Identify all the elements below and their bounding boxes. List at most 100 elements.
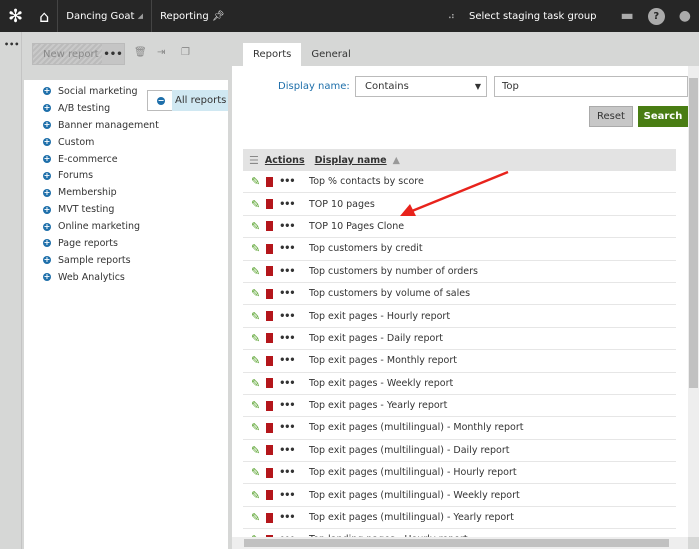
tree-node[interactable]: + Membership — [30, 184, 228, 201]
expand-icon[interactable]: + — [43, 121, 51, 130]
more-actions-icon[interactable]: ••• — [279, 400, 295, 411]
more-actions-icon[interactable]: ••• — [279, 378, 295, 389]
delete-icon[interactable] — [266, 266, 274, 277]
edit-icon[interactable]: ✎ — [251, 489, 260, 502]
tree-node[interactable]: + Sample reports — [30, 252, 228, 269]
tab-general[interactable]: General — [301, 43, 360, 66]
edit-icon[interactable]: ✎ — [251, 310, 260, 323]
more-actions-icon[interactable]: ••• — [279, 333, 295, 344]
edit-icon[interactable]: ✎ — [251, 399, 260, 412]
delete-icon[interactable] — [266, 400, 274, 411]
display-name-header[interactable]: Display name — [315, 155, 387, 166]
more-actions-icon[interactable]: ••• — [279, 243, 295, 254]
tree-node[interactable]: + Custom — [30, 134, 228, 151]
more-actions-icon[interactable]: ••• — [279, 176, 295, 187]
delete-icon[interactable] — [266, 311, 274, 322]
copy-icon[interactable]: ❐ — [181, 47, 190, 58]
expand-icon[interactable]: + — [43, 138, 51, 147]
expand-icon[interactable]: + — [43, 222, 51, 231]
new-report-button[interactable]: New report ••• — [32, 43, 125, 65]
delete-icon[interactable] — [266, 243, 274, 254]
delete-icon[interactable] — [266, 355, 274, 366]
search-button[interactable]: Search — [638, 106, 688, 127]
edit-icon[interactable]: ✎ — [251, 466, 260, 479]
edit-icon[interactable]: ✎ — [251, 220, 260, 233]
more-actions-icon[interactable]: ••• — [279, 445, 295, 456]
edit-icon[interactable]: ✎ — [251, 332, 260, 345]
scroll-thumb[interactable] — [689, 78, 698, 388]
user-icon[interactable]: ● — [679, 8, 691, 24]
edit-icon[interactable]: ✎ — [251, 198, 260, 211]
more-button[interactable]: ••• — [102, 44, 124, 64]
delete-icon[interactable] — [266, 512, 274, 523]
operator-select[interactable]: Contains ▼ — [355, 76, 487, 97]
edit-icon[interactable]: ✎ — [251, 242, 260, 255]
expand-icon[interactable]: + — [43, 273, 51, 282]
more-actions-icon[interactable]: ••• — [279, 512, 295, 523]
staging-task-group[interactable]: Select staging task group — [469, 11, 597, 22]
edit-icon[interactable]: ✎ — [251, 511, 260, 524]
more-actions-icon[interactable]: ••• — [279, 355, 295, 366]
edit-icon[interactable]: ✎ — [251, 444, 260, 457]
more-actions-icon[interactable]: ••• — [279, 266, 295, 277]
display-name-input[interactable]: Top — [494, 76, 688, 97]
delete-icon[interactable] — [266, 467, 274, 478]
more-actions-icon[interactable]: ••• — [279, 467, 295, 478]
delete-icon[interactable]: 🗑︎ — [134, 47, 147, 58]
delete-icon[interactable] — [266, 422, 274, 433]
expand-icon[interactable]: + — [43, 256, 51, 265]
more-actions-icon[interactable]: ••• — [279, 422, 295, 433]
expand-icon[interactable]: + — [43, 188, 51, 197]
delete-icon[interactable] — [266, 221, 274, 232]
home-icon[interactable]: ⌂ — [31, 0, 59, 32]
tree-node[interactable]: + MVT testing — [30, 201, 228, 218]
tree-node[interactable]: + Banner management — [30, 117, 228, 134]
site-selector[interactable]: Dancing Goat ◢ — [58, 0, 153, 32]
expand-icon[interactable]: + — [43, 171, 51, 180]
vertical-scrollbar[interactable] — [688, 66, 699, 537]
delete-icon[interactable] — [266, 445, 274, 456]
more-actions-icon[interactable]: ••• — [279, 221, 295, 232]
reset-button[interactable]: Reset — [589, 106, 633, 127]
edit-icon[interactable]: ✎ — [251, 354, 260, 367]
menu-icon[interactable]: ••• — [0, 32, 21, 49]
tree-node[interactable]: + E-commerce — [30, 151, 228, 168]
edit-icon[interactable]: ✎ — [251, 287, 260, 300]
more-actions-icon[interactable]: ••• — [279, 288, 295, 299]
scroll-thumb[interactable] — [244, 539, 669, 547]
move-icon[interactable]: ⇥ — [157, 47, 165, 58]
edit-icon[interactable]: ✎ — [251, 175, 260, 188]
delete-icon[interactable] — [266, 176, 274, 187]
pin-icon[interactable]: 📌︎ — [212, 11, 225, 22]
more-actions-icon[interactable]: ••• — [279, 311, 295, 322]
expand-icon[interactable]: + — [43, 205, 51, 214]
delete-icon[interactable] — [266, 333, 274, 344]
more-actions-icon[interactable]: ••• — [279, 199, 295, 210]
edit-icon[interactable]: ✎ — [251, 421, 260, 434]
collapse-icon[interactable]: − — [157, 96, 165, 105]
expand-icon[interactable]: + — [43, 155, 51, 163]
tree-node[interactable]: + Online marketing — [30, 218, 228, 235]
tree-node[interactable]: + Forums — [30, 167, 228, 184]
delete-icon[interactable] — [266, 199, 274, 210]
delete-icon[interactable] — [266, 378, 274, 389]
edit-icon[interactable]: ✎ — [251, 265, 260, 278]
edit-icon[interactable]: ✎ — [251, 377, 260, 390]
delete-icon[interactable] — [266, 490, 274, 501]
tree-node[interactable]: + Web Analytics — [30, 269, 228, 286]
horizontal-scrollbar[interactable] — [232, 537, 688, 549]
tree-node[interactable]: + Page reports — [30, 235, 228, 252]
logo-icon[interactable]: ✻ — [0, 0, 31, 32]
expand-icon[interactable]: + — [43, 87, 51, 96]
actions-header[interactable]: Actions — [265, 155, 305, 166]
app-name[interactable]: Reporting 📌︎ — [152, 0, 233, 32]
chat-icon[interactable]: ▬ — [621, 8, 634, 24]
expand-icon[interactable]: + — [43, 239, 51, 248]
help-icon[interactable]: ? — [647, 7, 665, 25]
delete-icon[interactable] — [266, 288, 274, 299]
reports-panel: Display name: Contains ▼ Top Reset Search… — [232, 66, 688, 537]
expand-icon[interactable]: + — [43, 104, 51, 113]
tab-reports[interactable]: Reports — [243, 43, 302, 66]
more-actions-icon[interactable]: ••• — [279, 490, 295, 501]
column-menu-icon[interactable]: ☰ — [249, 154, 259, 167]
